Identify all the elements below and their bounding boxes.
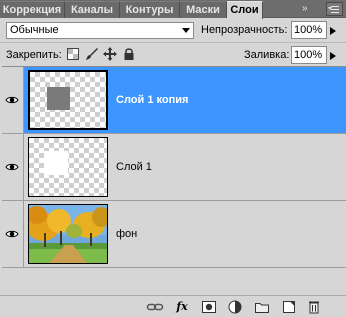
visibility-toggle[interactable] [2, 67, 24, 133]
visibility-toggle[interactable] [2, 201, 24, 267]
lock-position-icon[interactable] [103, 47, 117, 61]
gray-square-shape [47, 87, 70, 110]
new-layer-icon[interactable] [281, 299, 297, 315]
lock-image-icon[interactable] [85, 47, 99, 61]
layer-row[interactable]: Слой 1 копия [2, 67, 346, 134]
tab-layers[interactable]: Слои [227, 1, 263, 19]
tab-overflow-icon[interactable]: » [302, 2, 316, 16]
panel-tab-bar: Коррекция Каналы Контуры Маски Слои » [0, 0, 346, 19]
link-layers-icon[interactable] [146, 299, 164, 315]
eye-icon [5, 163, 19, 171]
new-group-icon[interactable] [254, 299, 270, 315]
add-mask-icon[interactable] [201, 299, 217, 315]
layer-thumbnail [28, 204, 108, 264]
adjustment-layer-icon[interactable] [227, 299, 243, 315]
fx-icon[interactable]: fx [173, 299, 191, 315]
divider [0, 42, 346, 43]
blend-mode-value: Обычные [10, 24, 59, 36]
layer-name[interactable]: Слой 1 [116, 161, 152, 173]
autumn-trees-image [29, 205, 107, 263]
chevron-down-icon [182, 28, 190, 33]
opacity-input[interactable]: 100% [291, 21, 327, 39]
layer-thumbnail [28, 70, 108, 130]
opacity-label: Непрозрачность: [201, 24, 288, 36]
tab-correction[interactable]: Коррекция [0, 1, 65, 18]
layer-row[interactable]: Слой 1 [2, 134, 346, 201]
lock-all-icon[interactable] [122, 47, 136, 61]
tab-paths[interactable]: Контуры [120, 1, 180, 18]
layers-bottom-toolbar: fx [0, 295, 346, 317]
fill-input[interactable]: 100% [291, 46, 327, 64]
eye-icon [5, 96, 19, 104]
lock-label: Закрепить: [6, 49, 62, 61]
layer-row[interactable]: фон [2, 201, 346, 268]
eye-icon [5, 230, 19, 238]
opacity-slider-arrow-icon[interactable] [330, 27, 336, 35]
panel-menu-icon[interactable] [326, 2, 343, 16]
layer-thumbnail [28, 137, 108, 197]
layer-name[interactable]: фон [116, 228, 137, 240]
tab-masks[interactable]: Маски [180, 1, 227, 18]
trash-icon[interactable] [306, 299, 322, 315]
visibility-toggle[interactable] [2, 134, 24, 200]
fill-label: Заливка: [244, 49, 290, 61]
lock-transparent-icon[interactable] [66, 47, 80, 61]
white-square-shape [44, 151, 68, 175]
layer-name[interactable]: Слой 1 копия [116, 94, 188, 106]
tab-channels[interactable]: Каналы [65, 1, 120, 18]
layers-list: Слой 1 копия Слой 1 фон [2, 66, 346, 294]
fill-slider-arrow-icon[interactable] [330, 52, 336, 60]
blend-mode-select[interactable]: Обычные [6, 22, 194, 39]
